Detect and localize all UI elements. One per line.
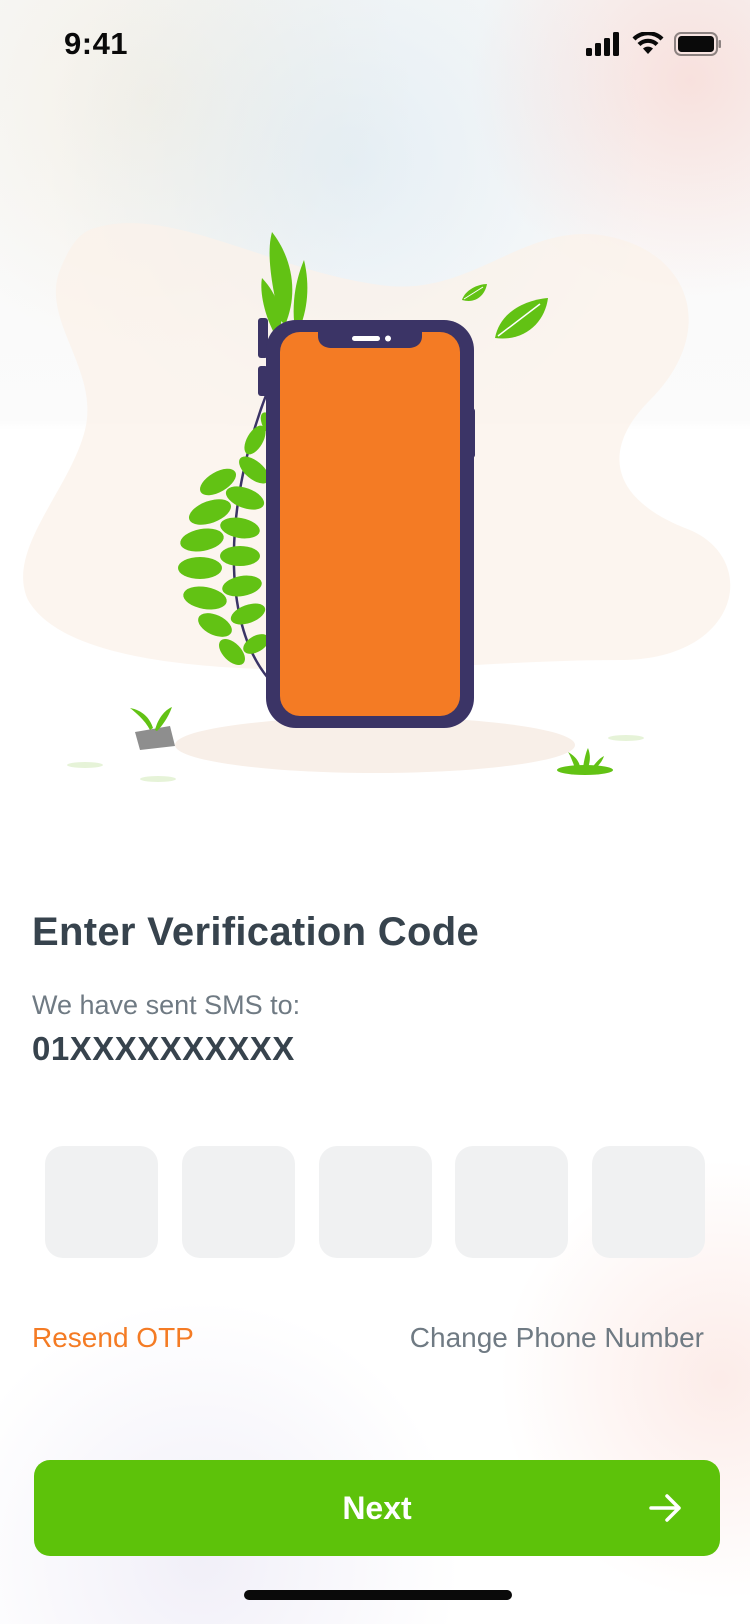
cellular-signal-icon [586,32,619,56]
otp-digit-1[interactable] [45,1146,158,1258]
otp-digit-5[interactable] [592,1146,705,1258]
next-button-label: Next [342,1489,412,1526]
status-icons [586,32,722,56]
wifi-icon [632,32,664,54]
battery-icon [674,32,721,56]
sprout-on-rock-icon [130,707,175,750]
status-bar: 9:41 [0,0,750,92]
otp-input-group [45,1146,705,1258]
resend-otp-link[interactable]: Resend OTP [32,1322,194,1354]
home-indicator [244,1590,512,1600]
smartphone-illustration [258,318,475,728]
status-time: 9:41 [64,26,129,61]
change-phone-number-link[interactable]: Change Phone Number [410,1322,704,1354]
page-title: Enter Verification Code [32,910,479,954]
phone-number: 01XXXXXXXXXX [32,1030,295,1067]
otp-digit-4[interactable] [455,1146,569,1258]
otp-digit-2[interactable] [181,1146,295,1258]
otp-digit-3[interactable] [318,1146,432,1258]
verification-illustration [23,223,731,782]
sms-sent-label: We have sent SMS to: [32,990,301,1020]
arrow-right-icon [649,1494,681,1522]
next-button[interactable]: Next [34,1460,720,1556]
